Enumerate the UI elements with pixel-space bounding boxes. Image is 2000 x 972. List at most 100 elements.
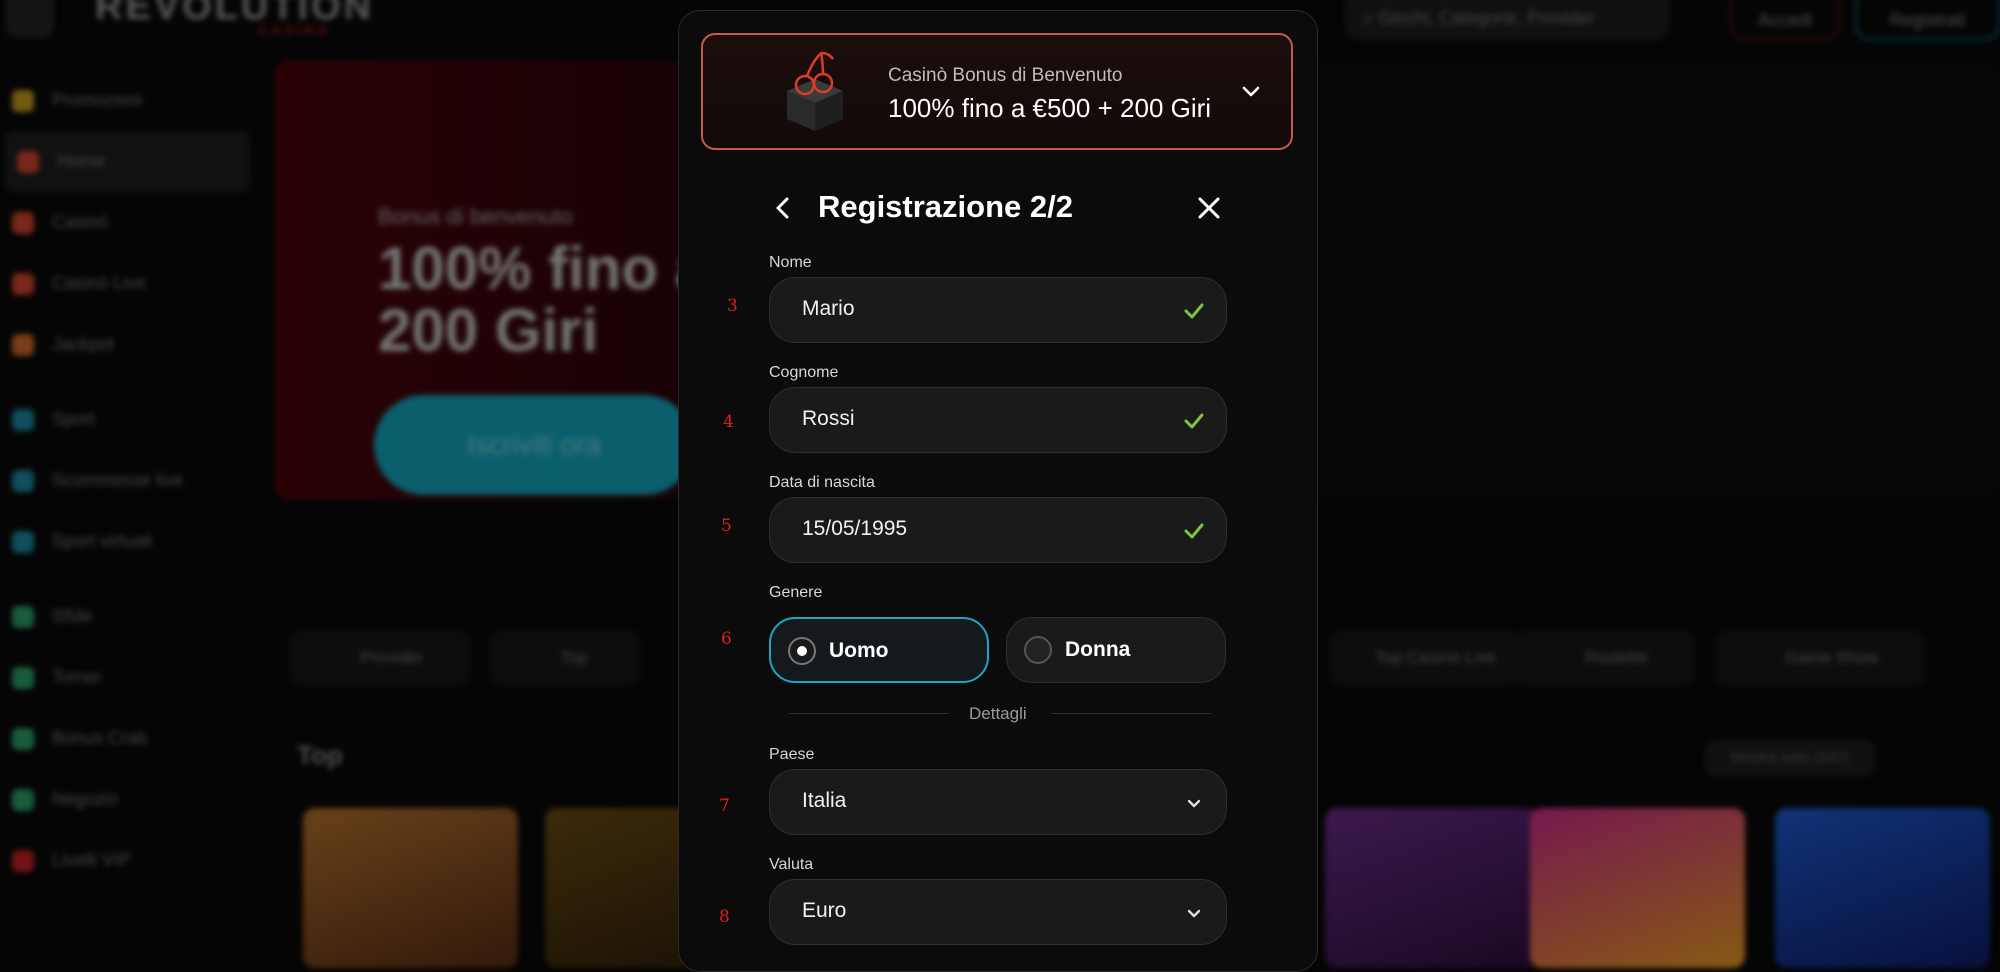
jackpot-icon	[12, 333, 34, 356]
first-name-label: Nome	[769, 254, 812, 271]
category-roulette[interactable]: Roulette	[1515, 630, 1695, 686]
last-name-value: Rossi	[802, 407, 855, 430]
sidebar-item-label: Casinò	[52, 212, 109, 232]
sidebar-item-label: Casinò Live	[52, 273, 147, 293]
category-top-live[interactable]: Top Casinò Live	[1330, 630, 1520, 686]
step-marker: 3	[727, 296, 738, 316]
sport-icon	[12, 408, 34, 431]
registration-modal: Casinò Bonus di Benvenuto 100% fino a €5…	[678, 10, 1318, 972]
back-arrow-icon[interactable]	[769, 194, 797, 222]
login-button[interactable]: Accedi	[1730, 0, 1840, 40]
sidebar-item-vip[interactable]: Livelli VIP	[0, 830, 255, 891]
sidebar-item-live-betting[interactable]: Scommesse live	[0, 450, 255, 511]
promo-title: 100% fino a €500 + 200 Giri	[888, 93, 1212, 123]
checkmark-icon	[1184, 303, 1204, 319]
sidebar-item-casino[interactable]: Casinò	[0, 192, 255, 253]
checkmark-icon	[1184, 523, 1204, 539]
section-title: Top	[297, 740, 343, 770]
sidebar-item-sport[interactable]: Sport	[0, 389, 255, 450]
challenges-icon	[12, 605, 34, 628]
game-tile[interactable]	[1530, 808, 1745, 968]
game-tile[interactable]	[1775, 808, 1990, 968]
step-marker: 8	[719, 907, 730, 927]
sidebar-item-label: Bonus Crab	[52, 728, 148, 748]
step-marker: 7	[719, 796, 730, 816]
country-select[interactable]: Italia	[769, 769, 1227, 835]
sidebar-item-label: Jackpot	[52, 334, 115, 354]
gift-icon	[12, 89, 34, 112]
live-casino-icon	[12, 272, 34, 295]
modal-title: Registrazione 2/2	[818, 189, 1073, 224]
banner-subtitle: Bonus di benvenuto	[378, 204, 573, 229]
cherry-gift-icon	[787, 51, 843, 131]
sidebar-item-shop[interactable]: Negozio	[0, 769, 255, 830]
category-top[interactable]: Top	[490, 630, 640, 686]
sidebar-item-label: Negozio	[52, 789, 119, 809]
last-name-label: Cognome	[769, 364, 839, 381]
sidebar-item-label: Sfide	[52, 606, 94, 626]
trophy-icon	[12, 666, 34, 689]
sidebar-item-label: Sport	[52, 409, 96, 429]
sidebar-item-home[interactable]: Home	[5, 131, 250, 192]
register-button[interactable]: Registrati	[1855, 0, 2000, 40]
birth-date-value: 15/05/1995	[802, 517, 908, 540]
radio-button-checked	[788, 637, 816, 665]
game-tile[interactable]	[303, 808, 518, 968]
sidebar-item-challenges[interactable]: Sfide	[0, 586, 255, 647]
sidebar-item-label: Promozioni	[52, 90, 143, 110]
sidebar-item-label: Livelli VIP	[52, 850, 132, 870]
search-icon: ⌕	[1363, 8, 1379, 28]
close-icon[interactable]	[1195, 194, 1223, 222]
sidebar-item-tournaments[interactable]: Tornei	[0, 647, 255, 708]
step-marker: 6	[721, 629, 732, 649]
last-name-input[interactable]: Rossi	[769, 387, 1227, 453]
step-marker: 4	[723, 412, 734, 432]
radio-button-unchecked	[1024, 636, 1052, 664]
details-divider: Dettagli	[969, 704, 1027, 723]
sidebar-item-label: Scommesse live	[52, 470, 184, 490]
game-tile[interactable]	[1325, 808, 1540, 968]
first-name-value: Mario	[802, 297, 855, 320]
gender-option-label: Uomo	[829, 639, 889, 662]
promo-subtitle: Casinò Bonus di Benvenuto	[888, 65, 1123, 86]
chevron-down-icon	[1187, 799, 1201, 808]
currency-select[interactable]: Euro	[769, 879, 1227, 945]
chevron-down-icon	[1187, 909, 1201, 918]
category-provider[interactable]: Provider	[290, 630, 470, 686]
sidebar-item-live-casino[interactable]: Casinò Live	[0, 253, 255, 314]
gender-option-label: Donna	[1065, 638, 1131, 661]
gender-option-male[interactable]: Uomo	[769, 617, 989, 683]
gender-option-female[interactable]: Donna	[1006, 617, 1226, 683]
sidebar-item-promotions[interactable]: Promozioni	[0, 70, 255, 131]
casino-icon	[12, 211, 34, 234]
gender-label: Genere	[769, 584, 823, 601]
first-name-input[interactable]: Mario	[769, 277, 1227, 343]
live-betting-icon	[12, 469, 34, 492]
divider-line	[1051, 713, 1211, 714]
sidebar-item-label: Home	[57, 151, 106, 171]
sidebar-item-jackpot[interactable]: Jackpot	[0, 314, 255, 375]
menu-icon[interactable]	[6, 0, 54, 38]
category-game-show[interactable]: Game Show	[1715, 630, 1925, 686]
welcome-bonus-card[interactable]: Casinò Bonus di Benvenuto 100% fino a €5…	[701, 33, 1293, 150]
signup-now-button[interactable]: Iscriviti ora	[374, 395, 694, 495]
country-label: Paese	[769, 746, 815, 763]
home-icon	[17, 150, 39, 173]
crab-icon	[12, 727, 34, 750]
currency-label: Valuta	[769, 856, 814, 873]
country-value: Italia	[802, 789, 847, 812]
sidebar-item-label: Sport virtuali	[52, 531, 153, 551]
checkmark-icon	[1184, 413, 1204, 429]
vip-icon	[12, 849, 34, 872]
show-all-button[interactable]: Mostra tutto (337)	[1705, 740, 1875, 776]
currency-value: Euro	[802, 899, 847, 922]
sidebar-item-bonus-crab[interactable]: Bonus Crab	[0, 708, 255, 769]
search-input[interactable]: ⌕ Giochi, Categorie, Provider	[1345, 0, 1670, 40]
birth-date-input[interactable]: 15/05/1995	[769, 497, 1227, 563]
chevron-down-icon[interactable]	[1239, 79, 1263, 103]
step-marker: 5	[721, 516, 732, 536]
divider-line	[789, 713, 949, 714]
virtual-sports-icon	[12, 530, 34, 553]
sidebar-item-virtual-sports[interactable]: Sport virtuali	[0, 511, 255, 572]
logo: REVOLUTION	[95, 0, 375, 28]
